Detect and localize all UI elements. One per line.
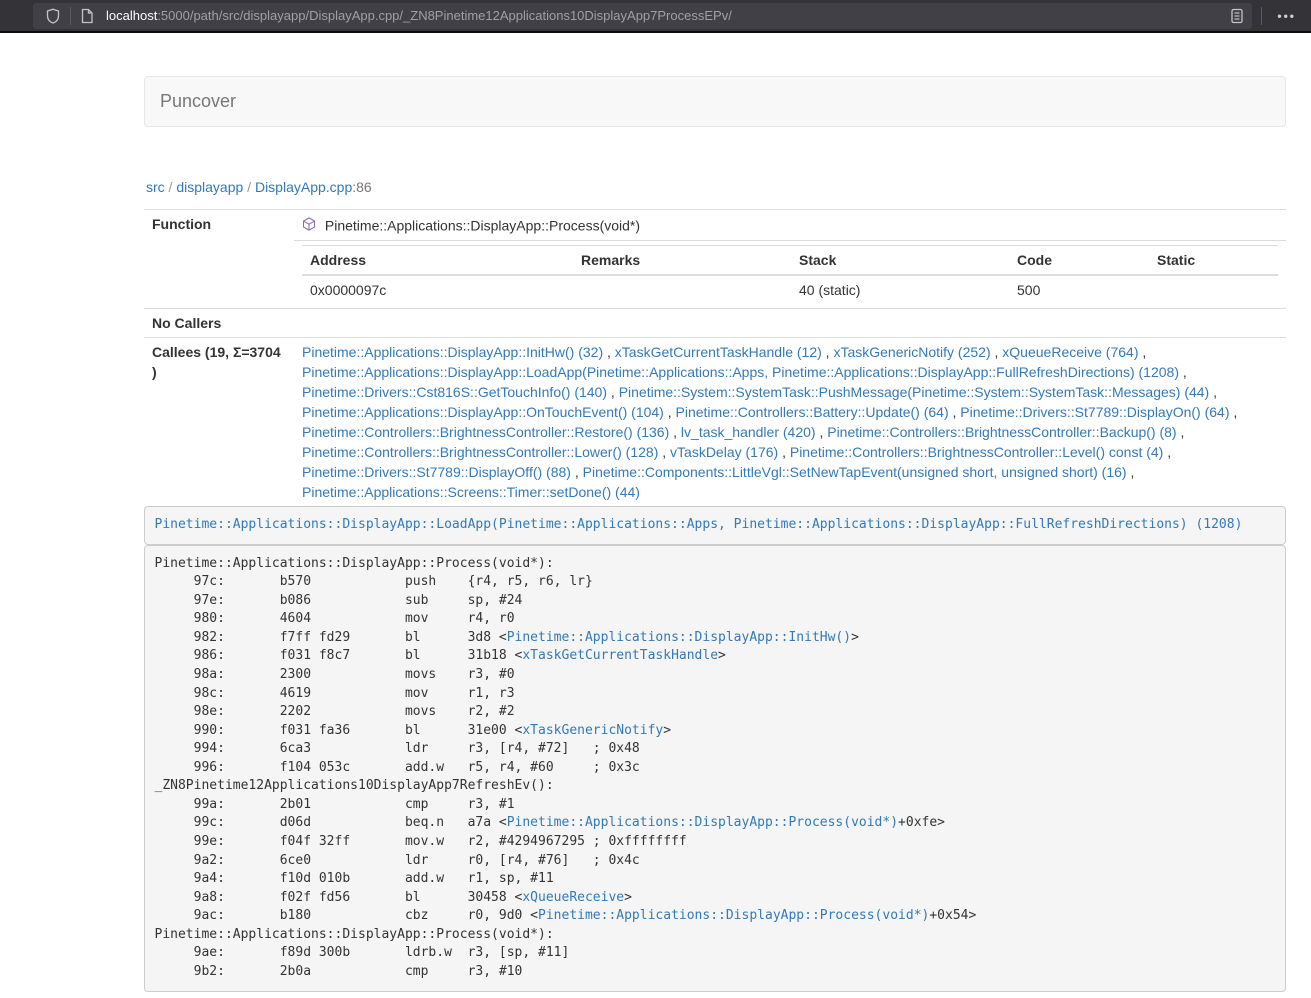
callee-link[interactable]: Pinetime::System::SystemTask::PushMessag… — [619, 384, 1210, 400]
callee-link[interactable]: lv_task_handler (420) — [681, 424, 816, 440]
navbar: Puncover — [144, 76, 1286, 127]
breadcrumb-link[interactable]: DisplayApp.cpp — [255, 179, 352, 195]
callee-link[interactable]: Pinetime::Applications::DisplayApp::Init… — [302, 344, 603, 360]
col-code: Code — [1009, 246, 1149, 276]
callee-link[interactable]: Pinetime::Drivers::St7789::DisplayOn() (… — [960, 404, 1229, 420]
symbol-link[interactable]: Pinetime::Applications::DisplayApp::Init… — [507, 630, 851, 645]
address-value: 0x0000097c — [302, 275, 573, 304]
toolbar-separator — [1261, 7, 1262, 25]
no-callers-row: No Callers — [144, 309, 1286, 338]
assembly-code: Pinetime::Applications::DisplayApp::Proc… — [144, 545, 1286, 992]
code-value: 500 — [1009, 275, 1149, 304]
callee-link[interactable]: Pinetime::Applications::DisplayApp::Load… — [302, 364, 1179, 380]
symbol-link[interactable]: xTaskGetCurrentTaskHandle — [522, 648, 718, 663]
breadcrumb-line-number: :86 — [352, 179, 371, 195]
url-text[interactable]: localhost:5000/path/src/displayapp/Displ… — [106, 8, 1230, 23]
symbol-link[interactable]: xTaskGenericNotify — [522, 723, 663, 738]
highlighted-symbol-box: Pinetime::Applications::DisplayApp::Load… — [144, 506, 1286, 545]
remarks-value — [573, 275, 791, 304]
shield-icon[interactable] — [45, 8, 61, 24]
no-callers-label: No Callers — [144, 309, 294, 338]
callee-link[interactable]: xTaskGetCurrentTaskHandle (12) — [615, 344, 822, 360]
callee-link[interactable]: vTaskDelay (176) — [670, 444, 778, 460]
col-remarks: Remarks — [573, 246, 791, 276]
toolbar-separator — [70, 7, 71, 25]
breadcrumb-separator: / — [165, 179, 177, 195]
page-icon[interactable] — [80, 8, 94, 24]
callee-link[interactable]: Pinetime::Drivers::Cst816S::GetTouchInfo… — [302, 384, 607, 400]
callee-link[interactable]: Pinetime::Controllers::BrightnessControl… — [302, 424, 669, 440]
menu-icon[interactable]: ••• — [1271, 9, 1302, 23]
page-content: Puncover src / displayapp / DisplayApp.c… — [144, 76, 1286, 992]
function-name-cell: Pinetime::Applications::DisplayApp::Proc… — [294, 210, 1286, 241]
callees-list: Pinetime::Applications::DisplayApp::Init… — [294, 338, 1286, 507]
static-value — [1149, 275, 1278, 304]
stack-value: 40 (static) — [791, 275, 1009, 304]
highlighted-symbol-link[interactable]: Pinetime::Applications::DisplayApp::Load… — [155, 517, 1243, 532]
callees-label: Callees (19, Σ=3704 ) — [144, 338, 294, 507]
callers-cell — [294, 309, 1286, 338]
function-label: Function — [144, 210, 294, 309]
url-bar[interactable]: localhost:5000/path/src/displayapp/Displ… — [33, 3, 1252, 29]
breadcrumb-link[interactable]: displayapp — [176, 179, 243, 195]
callee-link[interactable]: Pinetime::Applications::Screens::Timer::… — [302, 484, 640, 500]
url-host: localhost — [106, 8, 157, 23]
callee-link[interactable]: Pinetime::Components::LittleVgl::SetNewT… — [583, 464, 1127, 480]
callees-row: Callees (19, Σ=3704 ) Pinetime::Applicat… — [144, 338, 1286, 507]
function-name: Pinetime::Applications::DisplayApp::Proc… — [325, 217, 640, 233]
brand-link[interactable]: Puncover — [145, 77, 251, 126]
callee-link[interactable]: Pinetime::Controllers::BrightnessControl… — [790, 444, 1163, 460]
cube-icon — [302, 218, 320, 234]
callee-link[interactable]: Pinetime::Drivers::St7789::DisplayOff() … — [302, 464, 571, 480]
col-static: Static — [1149, 246, 1278, 276]
breadcrumb-link[interactable]: src — [146, 179, 165, 195]
callee-link[interactable]: xQueueReceive (764) — [1002, 344, 1138, 360]
function-detail-row: Address Remarks Stack Code Static 0x0000… — [144, 241, 1286, 309]
symbol-link[interactable]: xQueueReceive — [522, 890, 624, 905]
col-address: Address — [302, 246, 573, 276]
browser-toolbar: localhost:5000/path/src/displayapp/Displ… — [0, 0, 1311, 33]
callee-link[interactable]: xTaskGenericNotify (252) — [833, 344, 990, 360]
symbol-link[interactable]: Pinetime::Applications::DisplayApp::Proc… — [507, 815, 898, 830]
callee-link[interactable]: Pinetime::Controllers::BrightnessControl… — [827, 424, 1176, 440]
detail-data-row: 0x0000097c 40 (static) 500 — [302, 275, 1278, 304]
function-detail-table: Address Remarks Stack Code Static 0x0000… — [302, 245, 1278, 304]
reader-mode-icon[interactable] — [1230, 8, 1244, 24]
col-stack: Stack — [791, 246, 1009, 276]
symbol-link[interactable]: Pinetime::Applications::DisplayApp::Proc… — [538, 908, 929, 923]
callee-link[interactable]: Pinetime::Applications::DisplayApp::OnTo… — [302, 404, 664, 420]
function-table: Function Pinetime::Applications::Display… — [144, 209, 1286, 506]
breadcrumb-separator: / — [243, 179, 255, 195]
breadcrumb: src / displayapp / DisplayApp.cpp:86 — [144, 177, 1286, 197]
nested-table-cell: Address Remarks Stack Code Static 0x0000… — [294, 241, 1286, 309]
callee-link[interactable]: Pinetime::Controllers::Battery::Update()… — [676, 404, 949, 420]
function-row: Function Pinetime::Applications::Display… — [144, 210, 1286, 241]
callee-link[interactable]: Pinetime::Controllers::BrightnessControl… — [302, 444, 658, 460]
url-path: :5000/path/src/displayapp/DisplayApp.cpp… — [157, 8, 732, 23]
detail-header-row: Address Remarks Stack Code Static — [302, 246, 1278, 276]
